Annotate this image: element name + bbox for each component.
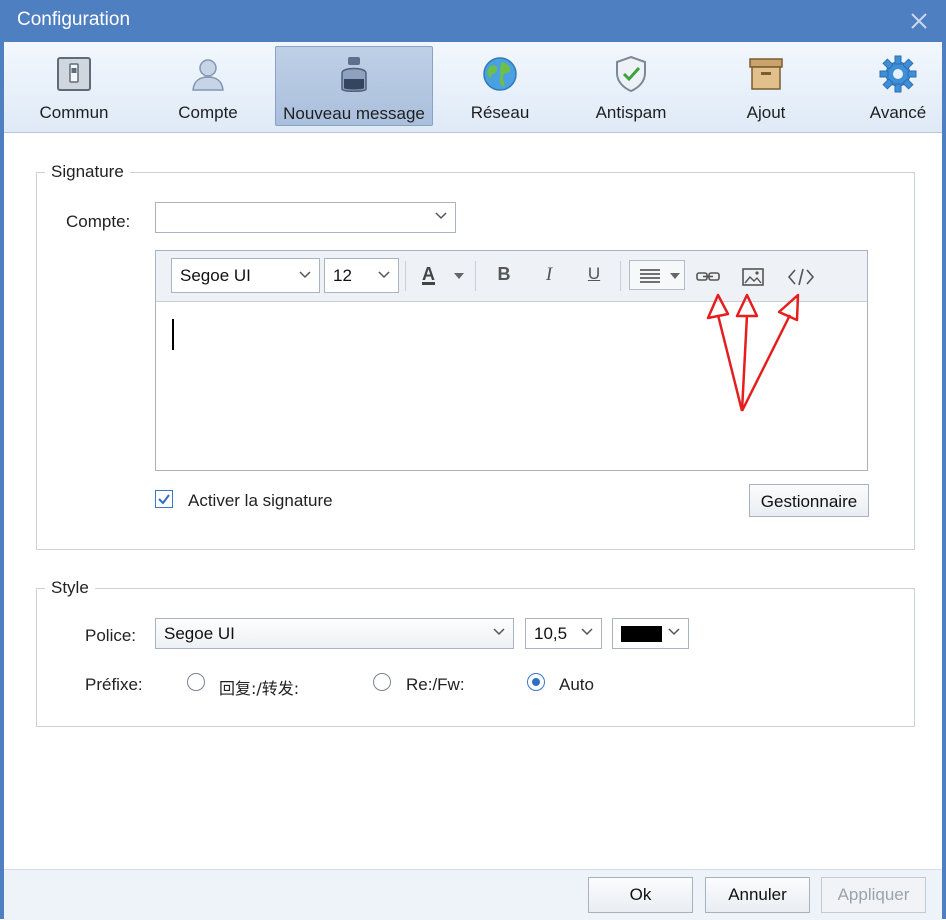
toolbar-separator (620, 261, 621, 291)
link-icon (696, 272, 720, 281)
editor-font-select[interactable]: Segoe UI (171, 258, 320, 293)
align-justify-icon (640, 269, 660, 283)
account-select[interactable] (155, 202, 456, 233)
style-font-value: Segoe UI (164, 624, 235, 643)
chevron-down-icon (493, 628, 505, 636)
account-icon (192, 59, 224, 91)
archive-box-icon (749, 58, 783, 90)
signature-text-area[interactable] (156, 302, 867, 470)
dropdown-arrow-icon (454, 273, 464, 279)
window-title: Configuration (17, 9, 131, 30)
prefix-radio-auto[interactable] (527, 673, 545, 691)
tab-nouveau-message-label: Nouveau message (283, 104, 425, 123)
tab-commun[interactable]: Commun (12, 46, 136, 126)
style-font-select[interactable]: Segoe UI (155, 618, 514, 649)
settings-content: Signature Compte: Segoe UI 12 A B I U Ac… (4, 133, 942, 869)
editor-size-select[interactable]: 12 (324, 258, 399, 293)
tab-ajout[interactable]: Ajout (704, 46, 828, 126)
signature-manager-label: Gestionnaire (760, 492, 858, 511)
style-color-select[interactable] (612, 618, 689, 649)
toolbar-separator (475, 261, 476, 291)
title-bar[interactable]: Configuration (0, 0, 946, 42)
enable-signature-checkbox[interactable] (155, 490, 173, 508)
ok-label: Ok (629, 885, 652, 904)
underline-icon: U (587, 264, 601, 283)
globe-icon (483, 57, 517, 91)
style-legend: Style (45, 578, 95, 598)
italic-icon: I (545, 264, 553, 285)
insert-link-button[interactable] (694, 264, 722, 290)
chevron-down-icon (299, 271, 311, 279)
toolbar-separator (405, 261, 406, 291)
tab-avance-label: Avancé (869, 103, 927, 122)
bold-icon: B (497, 264, 511, 284)
chevron-down-icon (581, 628, 593, 636)
chevron-down-icon (378, 271, 390, 279)
dropdown-arrow-icon (670, 273, 680, 279)
tab-reseau-label: Réseau (470, 103, 530, 122)
editor-size-value: 12 (333, 266, 352, 285)
settings-category-toolbar: Commun Compte Nouveau message Réseau Ant… (4, 42, 942, 133)
align-button[interactable] (629, 260, 685, 290)
signature-group: Signature Compte: Segoe UI 12 A B I U Ac… (36, 162, 915, 550)
tab-antispam-label: Antispam (595, 103, 667, 122)
tab-reseau[interactable]: Réseau (438, 46, 562, 126)
prefix-option-refw: Re:/Fw: (406, 675, 465, 694)
tab-ajout-label: Ajout (746, 103, 786, 122)
tab-compte-label: Compte (178, 103, 238, 122)
code-icon (787, 268, 815, 286)
inkwell-icon (341, 57, 367, 92)
italic-button[interactable]: I (535, 264, 563, 290)
style-size-value: 10,5 (534, 624, 568, 643)
underline-button[interactable]: U (580, 264, 608, 290)
prefix-option-chinese: 回复:/转发: (219, 679, 300, 698)
font-label: Police: (85, 626, 137, 645)
cancel-button[interactable]: Annuler (705, 877, 810, 913)
close-icon (911, 13, 927, 29)
prefix-option-auto: Auto (559, 675, 594, 694)
signature-manager-button[interactable]: Gestionnaire (749, 484, 869, 517)
prefix-radio-refw[interactable] (373, 673, 391, 691)
signature-editor: Segoe UI 12 A B I U (155, 250, 868, 471)
tab-commun-label: Commun (39, 103, 109, 122)
style-size-select[interactable]: 10,5 (525, 618, 602, 649)
apply-button[interactable]: Appliquer (821, 877, 926, 913)
tab-nouveau-message[interactable]: Nouveau message (275, 46, 433, 126)
ok-button[interactable]: Ok (588, 877, 693, 913)
shield-icon (616, 55, 646, 93)
bold-button[interactable]: B (490, 264, 518, 290)
enable-signature-label: Activer la signature (188, 491, 333, 510)
chevron-down-icon (435, 212, 447, 220)
gear-icon (879, 55, 917, 93)
style-group: Style Police: Segoe UI 10,5 Préfixe: 回复:… (36, 578, 915, 727)
cancel-label: Annuler (728, 885, 787, 904)
apply-label: Appliquer (837, 885, 910, 904)
editor-toolbar: Segoe UI 12 A B I U (156, 251, 867, 302)
chevron-down-icon (668, 628, 680, 636)
checkmark-icon (158, 494, 170, 505)
image-icon (742, 268, 764, 286)
tab-antispam[interactable]: Antispam (569, 46, 693, 126)
tab-avance[interactable]: Avancé (836, 46, 946, 126)
prefix-label: Préfixe: (85, 675, 143, 694)
insert-image-button[interactable] (739, 264, 767, 290)
prefix-radio-chinese[interactable] (187, 673, 205, 691)
tab-compte[interactable]: Compte (146, 46, 270, 126)
html-source-button[interactable] (787, 264, 815, 290)
general-icon (57, 57, 91, 91)
font-color-button[interactable]: A (418, 264, 466, 290)
text-caret (172, 319, 174, 350)
account-label: Compte: (66, 212, 131, 231)
signature-legend: Signature (45, 162, 130, 182)
close-button[interactable] (904, 8, 934, 36)
editor-font-value: Segoe UI (180, 266, 251, 285)
color-swatch (621, 626, 662, 642)
dialog-footer: Ok Annuler Appliquer (4, 869, 942, 920)
configuration-window: Configuration Commun Compte Nouveau mess… (0, 0, 946, 920)
font-color-icon: A (422, 264, 435, 284)
